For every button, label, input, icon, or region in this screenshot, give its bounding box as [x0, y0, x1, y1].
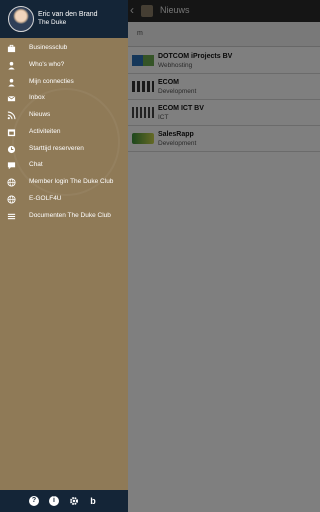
drawer-footer: ? i b	[0, 490, 128, 512]
menu-item-whos-who[interactable]: Who's who?	[0, 57, 128, 74]
brand-b-icon[interactable]: b	[88, 496, 98, 506]
menu-item-e-golf4u[interactable]: E-GOLF4U	[0, 191, 128, 208]
menu-item-inbox[interactable]: Inbox	[0, 90, 128, 107]
globe-icon	[7, 195, 16, 204]
settings-icon[interactable]	[69, 496, 79, 506]
menu-item-chat[interactable]: Chat	[0, 157, 128, 174]
menu-item-documenten[interactable]: Documenten The Duke Club	[0, 208, 128, 225]
menu-item-label: Businessclub	[29, 44, 68, 51]
menu-item-member-login[interactable]: Member login The Duke Club	[0, 174, 128, 191]
menu-item-label: Inbox	[29, 94, 45, 102]
user-name: Eric van den Brand	[38, 11, 98, 18]
navigation-drawer: Eric van den Brand The Duke Businessclub…	[0, 0, 128, 512]
menu-item-label: Nieuws	[29, 111, 51, 118]
menu-item-starttijd-reserveren[interactable]: Starttijd reserveren	[0, 141, 128, 158]
menu-item-nieuws[interactable]: Nieuws	[0, 107, 128, 124]
menu-item-label: Documenten The Duke Club	[29, 211, 111, 219]
menu-item-label: Starttijd reserveren	[29, 144, 84, 152]
rss-icon	[7, 111, 16, 120]
calendar-icon	[7, 128, 16, 137]
menu-item-label: Chat	[29, 161, 43, 169]
drawer-menu: Businessclub Who's who? Mijn connecties …	[0, 40, 128, 224]
info-icon[interactable]: i	[49, 496, 59, 506]
user-club: The Duke	[38, 19, 67, 26]
clock-icon	[7, 145, 16, 154]
briefcase-icon	[7, 44, 16, 53]
chat-icon	[7, 161, 16, 170]
menu-item-label: Who's who?	[29, 60, 65, 68]
drawer-header: Eric van den Brand The Duke	[0, 0, 128, 38]
menu-item-label: E-GOLF4U	[29, 194, 62, 202]
menu-item-label: Activiteiten	[29, 127, 61, 135]
menu-item-mijn-connecties[interactable]: Mijn connecties	[0, 74, 128, 91]
menu-item-label: Member login The Duke Club	[29, 178, 114, 185]
menu-item-activiteiten[interactable]: Activiteiten	[0, 124, 128, 141]
menu-item-businessclub[interactable]: Businessclub	[0, 40, 128, 57]
person-icon	[7, 78, 16, 87]
list-icon	[7, 212, 16, 221]
help-icon[interactable]: ?	[29, 496, 39, 506]
menu-item-label: Mijn connecties	[29, 77, 74, 85]
envelope-icon	[7, 94, 16, 103]
person-icon	[7, 61, 16, 70]
avatar[interactable]	[8, 6, 34, 32]
globe-icon	[7, 178, 16, 187]
